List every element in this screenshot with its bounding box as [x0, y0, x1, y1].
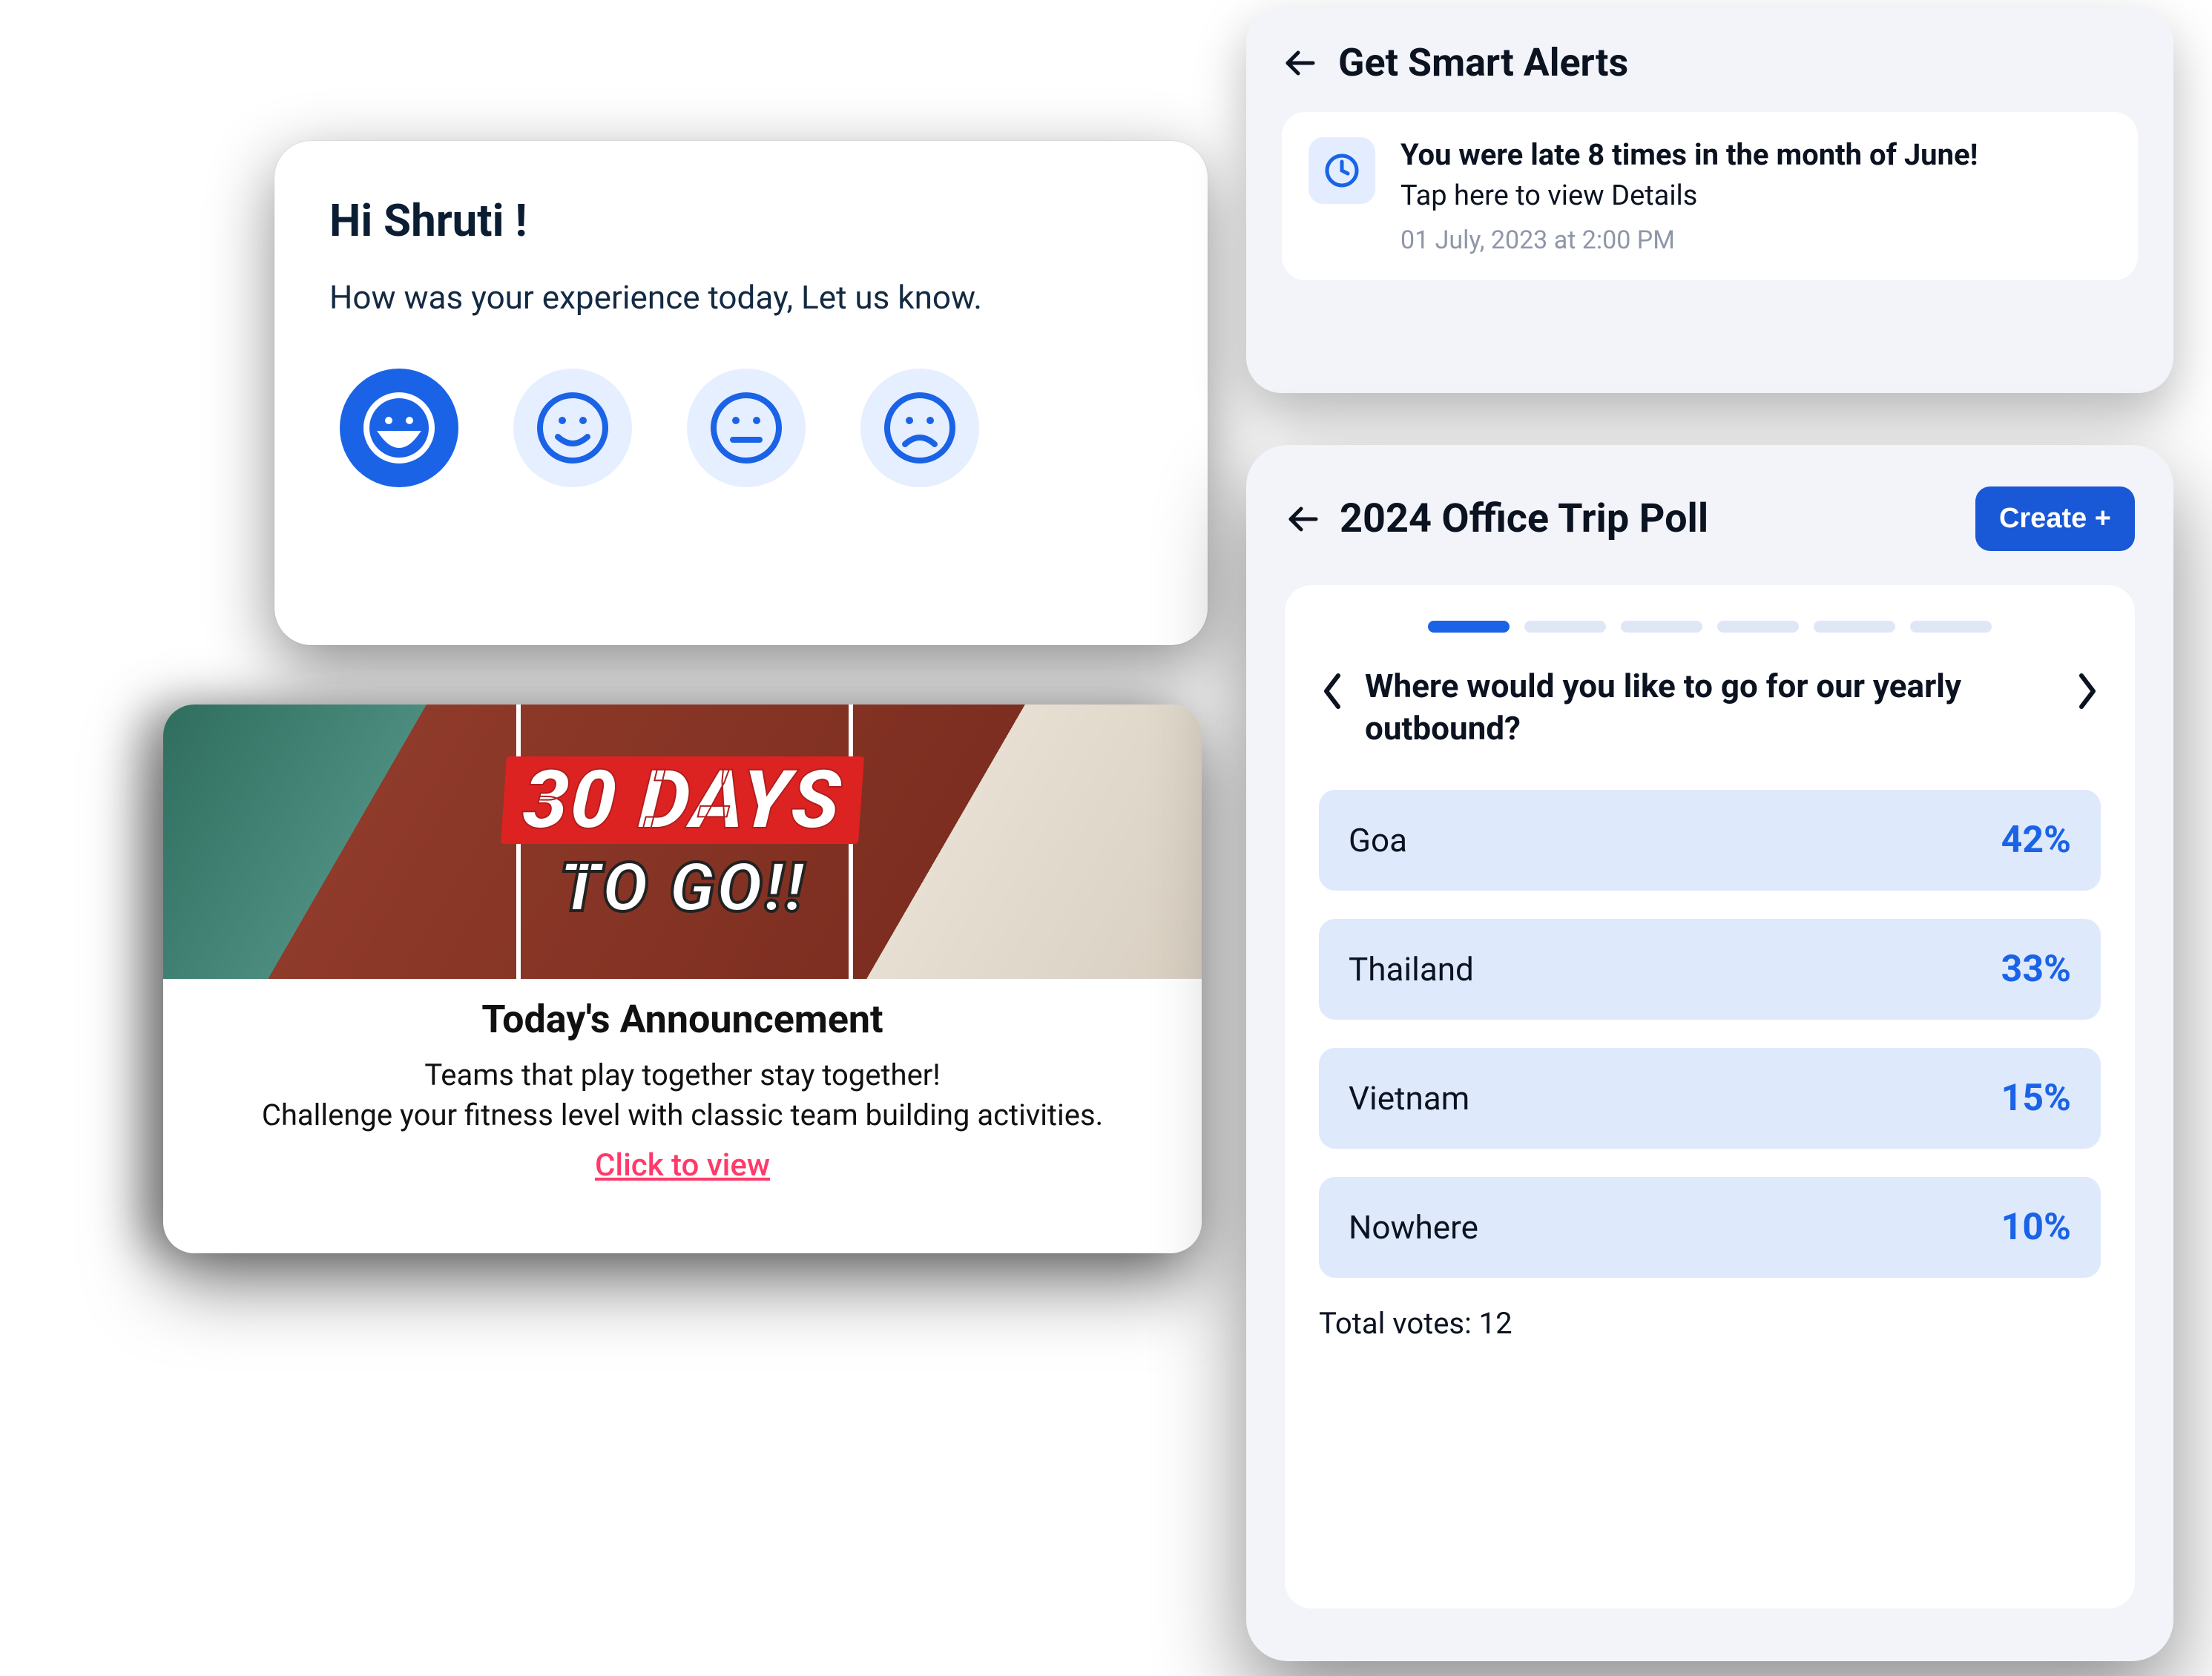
announcement-line-1: Teams that play together stay together!: [193, 1055, 1172, 1095]
smile-icon: [536, 391, 610, 465]
progress-step: [1814, 621, 1895, 633]
feedback-prompt: How was your experience today, Let us kn…: [329, 278, 1153, 317]
poll-option-label: Thailand: [1349, 950, 1474, 989]
feedback-card: Hi Shruti ! How was your experience toda…: [274, 141, 1208, 645]
poll-option-label: Nowhere: [1349, 1208, 1478, 1247]
poll-option-label: Vietnam: [1349, 1079, 1469, 1118]
sad-icon: [883, 391, 957, 465]
alerts-title: Get Smart Alerts: [1338, 40, 1628, 85]
alert-item[interactable]: You were late 8 times in the month of Ju…: [1282, 112, 2138, 280]
poll-option[interactable]: Nowhere 10%: [1319, 1177, 2101, 1278]
poll-question: Where would you like to go for our yearl…: [1365, 665, 2055, 750]
poll-total-votes: Total votes: 12: [1319, 1306, 2101, 1341]
mood-neutral[interactable]: [687, 369, 806, 487]
alert-subtext: Tap here to view Details: [1400, 179, 1978, 212]
alert-headline: You were late 8 times in the month of Ju…: [1400, 137, 1978, 172]
poll-option[interactable]: Goa 42%: [1319, 790, 2101, 891]
laugh-icon: [362, 391, 436, 465]
smart-alerts-card: Get Smart Alerts You were late 8 times i…: [1246, 7, 2173, 393]
poll-option-label: Goa: [1349, 821, 1407, 860]
announcement-title: Today's Announcement: [193, 997, 1172, 1042]
announcement-view-link[interactable]: Click to view: [595, 1147, 770, 1184]
announcement-card: 30 DAYS TO GO!! Today's Announcement Tea…: [163, 705, 1202, 1253]
announcement-line-2: Challenge your fitness level with classi…: [193, 1095, 1172, 1135]
announcement-banner: 30 DAYS TO GO!!: [163, 705, 1202, 979]
mood-sad[interactable]: [860, 369, 979, 487]
progress-step: [1428, 621, 1510, 633]
banner-headline-2: TO GO!!: [559, 848, 806, 928]
poll-body: Where would you like to go for our yearl…: [1285, 585, 2135, 1609]
banner-headline-1: 30 DAYS: [501, 756, 864, 844]
poll-option-pct: 10%: [2001, 1206, 2071, 1249]
progress-step: [1621, 621, 1702, 633]
poll-option-pct: 42%: [2001, 819, 2071, 862]
poll-option[interactable]: Thailand 33%: [1319, 919, 2101, 1020]
poll-card: 2024 Office Trip Poll Create + Where wou…: [1246, 445, 2173, 1661]
feedback-greeting: Hi Shruti !: [329, 194, 1153, 247]
progress-step: [1910, 621, 1992, 633]
alert-timestamp: 01 July, 2023 at 2:00 PM: [1400, 225, 1978, 255]
progress-step: [1717, 621, 1799, 633]
chevron-right-icon[interactable]: [2074, 671, 2101, 711]
progress-step: [1524, 621, 1606, 633]
poll-title: 2024 Office Trip Poll: [1340, 495, 1956, 542]
back-arrow-icon[interactable]: [1282, 45, 1317, 81]
chevron-left-icon[interactable]: [1319, 671, 1346, 711]
poll-option-pct: 33%: [2001, 948, 2071, 991]
poll-option-pct: 15%: [2001, 1077, 2071, 1120]
mood-laugh[interactable]: [340, 369, 458, 487]
mood-selector: [329, 369, 1153, 487]
poll-option[interactable]: Vietnam 15%: [1319, 1048, 2101, 1149]
create-poll-button[interactable]: Create +: [1975, 486, 2135, 551]
back-arrow-icon[interactable]: [1285, 501, 1320, 537]
poll-progress: [1319, 621, 2101, 633]
clock-icon: [1309, 137, 1375, 204]
neutral-icon: [709, 391, 783, 465]
mood-smile[interactable]: [513, 369, 632, 487]
